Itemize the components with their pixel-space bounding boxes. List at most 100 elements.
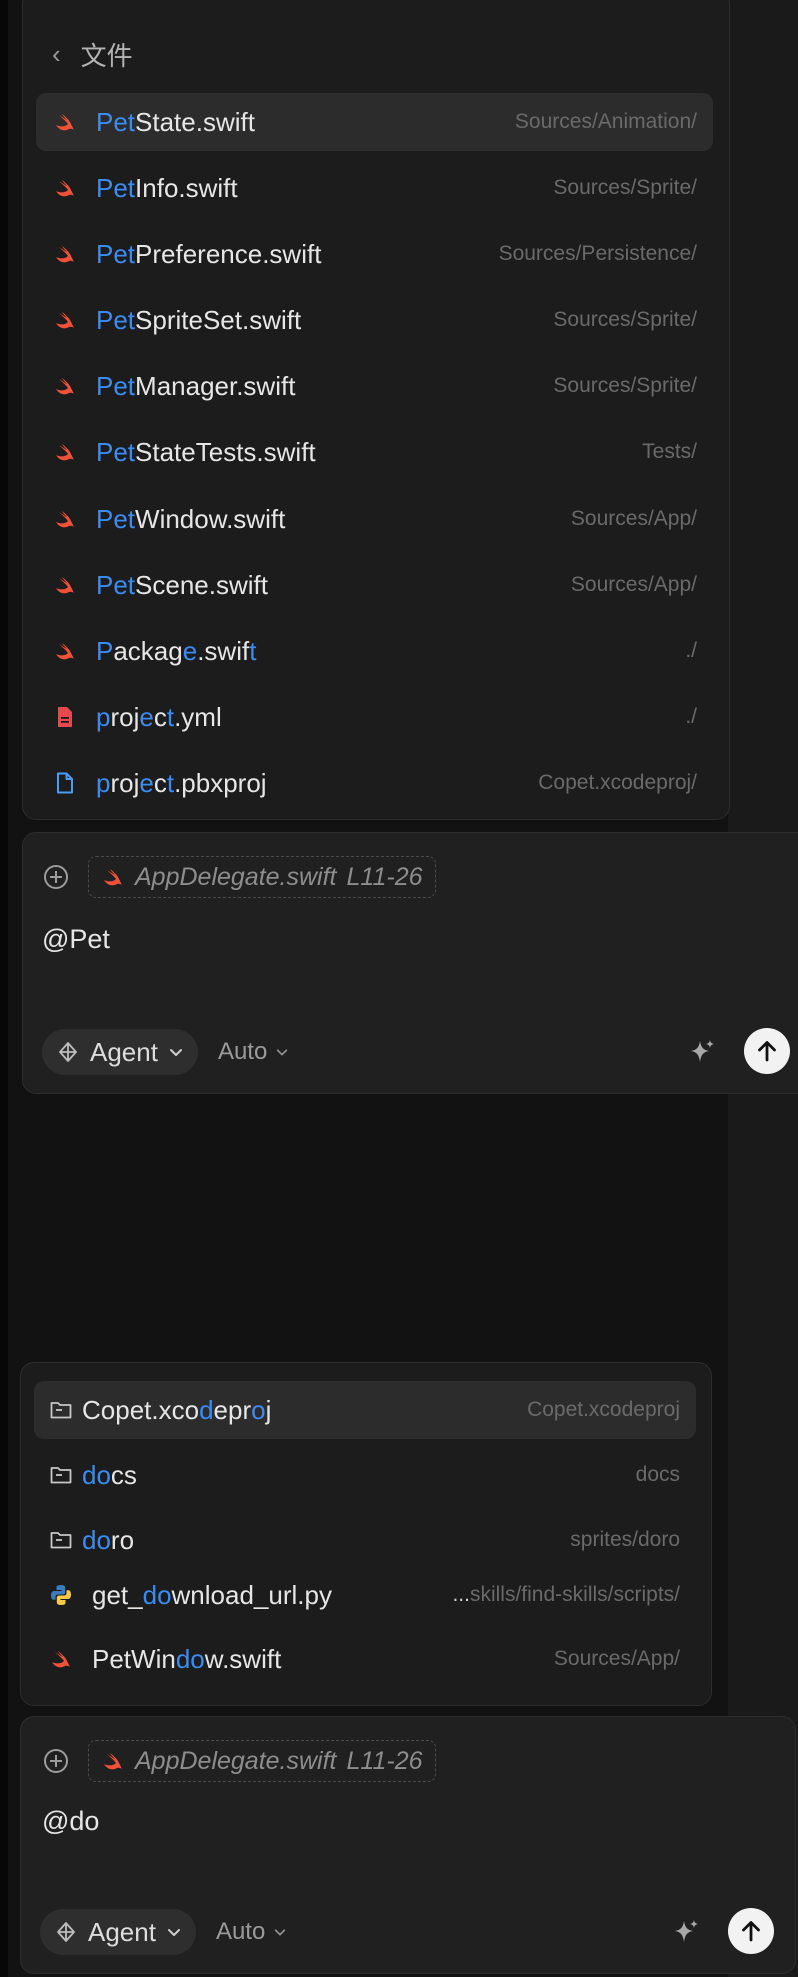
file-result-item[interactable]: PetManager.swift Sources/Sprite/ — [36, 357, 713, 415]
swift-icon — [52, 175, 78, 201]
chevron-down-icon — [275, 1045, 289, 1059]
context-chip[interactable]: AppDelegate.swift L11-26 — [88, 1740, 436, 1782]
file-result-item[interactable]: PetStateTests.swift Tests/ — [36, 423, 713, 481]
send-button[interactable] — [744, 1028, 790, 1074]
swift-icon — [52, 373, 78, 399]
swift-icon — [52, 241, 78, 267]
chevron-down-icon — [168, 1044, 184, 1060]
file-path: Sources/Sprite/ — [553, 308, 697, 331]
file-result-item[interactable]: PetInfo.swift Sources/Sprite/ — [36, 159, 713, 217]
folder-icon — [48, 1462, 74, 1488]
composer-input[interactable]: @Pet — [42, 924, 110, 955]
send-button[interactable] — [728, 1908, 774, 1954]
model-label: Auto — [217, 1038, 268, 1065]
model-selector[interactable]: Auto — [218, 1038, 289, 1066]
file-path: Sources/App/ — [570, 573, 697, 596]
file-path: Sources/Sprite/ — [553, 374, 697, 397]
folder-icon — [48, 1527, 74, 1553]
file-name: docs — [82, 1459, 137, 1490]
file-name: Package.swift — [96, 635, 257, 666]
agent-mode-button[interactable]: Agent — [42, 1029, 198, 1075]
swift-icon — [48, 1646, 74, 1672]
model-selector[interactable]: Auto — [216, 1918, 287, 1946]
file-name: PetManager.swift — [96, 370, 296, 401]
model-label: Auto — [215, 1918, 266, 1945]
file-result-item[interactable]: PetWindow.swift Sources/App/ — [36, 490, 713, 548]
file-name: project.pbxproj — [96, 767, 267, 798]
file-path: Tests/ — [642, 440, 697, 463]
agent-icon — [54, 1920, 78, 1944]
file-path: ./ — [685, 639, 697, 662]
agent-mode-button[interactable]: Agent — [40, 1909, 196, 1955]
file-result-item[interactable]: project.pbxproj Copet.xcodeproj/ — [36, 754, 713, 812]
context-line-range: L11-26 — [346, 862, 423, 891]
agent-icon — [56, 1040, 80, 1064]
swift-icon — [101, 1749, 125, 1773]
file-name: get_download_url.py — [92, 1579, 332, 1610]
file-path: Sources/Persistence/ — [498, 242, 697, 265]
chevron-down-icon — [273, 1925, 287, 1939]
context-file-name: AppDelegate.swift — [135, 1746, 337, 1775]
file-result-item[interactable]: PetScene.swift Sources/App/ — [36, 556, 713, 614]
file-name: PetWindow.swift — [92, 1643, 282, 1674]
file-name: doro — [82, 1524, 135, 1555]
folder-icon — [48, 1397, 74, 1423]
file-name: PetSpriteSet.swift — [96, 304, 302, 335]
context-line-range: L11-26 — [346, 1746, 423, 1775]
file-path: Copet.xcodeproj/ — [538, 771, 697, 794]
file-path: Sources/App/ — [570, 507, 697, 530]
sparkle-icon[interactable] — [688, 1037, 718, 1072]
swift-icon — [52, 638, 78, 664]
file-name: PetState.swift — [96, 106, 255, 137]
file-path: Copet.xcodeproj — [527, 1398, 680, 1421]
back-to-files-button[interactable]: ‹ 文件 — [52, 36, 133, 72]
add-context-button[interactable] — [44, 865, 68, 889]
file-path: docs — [635, 1463, 680, 1486]
window-edge — [0, 0, 8, 1977]
file-name: PetPreference.swift — [96, 238, 322, 269]
add-context-button[interactable] — [44, 1749, 68, 1773]
file-name: PetScene.swift — [96, 569, 268, 600]
python-icon — [48, 1582, 74, 1608]
files-category-label: 文件 — [80, 40, 133, 71]
folder-result-item[interactable]: Copet.xcodeproj Copet.xcodeproj — [34, 1381, 696, 1439]
file-result-item[interactable]: PetPreference.swift Sources/Persistence/ — [36, 225, 713, 283]
file-name: PetInfo.swift — [96, 172, 238, 203]
file-path: Sources/App/ — [553, 1647, 680, 1670]
swift-icon — [52, 109, 78, 135]
chevron-left-icon: ‹ — [52, 38, 61, 69]
arrow-up-icon — [758, 1041, 776, 1062]
file-path: ...skills/find-skills/scripts/ — [452, 1583, 680, 1606]
file-name: Copet.xcodeproj — [82, 1394, 272, 1425]
folder-result-item[interactable]: docs docs — [34, 1446, 696, 1504]
agent-mode-label: Agent — [88, 1916, 156, 1947]
file-result-item[interactable]: PetWindow.swift Sources/App/ — [34, 1630, 696, 1688]
file-path: sprites/doro — [570, 1528, 680, 1551]
chevron-down-icon — [166, 1924, 182, 1940]
composer-input[interactable]: @do — [42, 1806, 99, 1837]
file-result-item[interactable]: get_download_url.py ...skills/find-skills… — [34, 1566, 696, 1624]
arrow-up-icon — [742, 1921, 760, 1942]
folder-result-item[interactable]: doro sprites/doro — [34, 1511, 696, 1569]
agent-mode-label: Agent — [90, 1036, 158, 1067]
file-result-item[interactable]: PetState.swift Sources/Animation/ — [36, 93, 713, 151]
file-name: project.yml — [96, 701, 222, 732]
swift-icon — [52, 439, 78, 465]
file-result-item[interactable]: project.yml ./ — [36, 688, 713, 746]
swift-icon — [101, 865, 125, 889]
document-icon — [52, 770, 78, 796]
file-name: PetStateTests.swift — [96, 436, 316, 467]
file-name: PetWindow.swift — [96, 503, 286, 534]
file-path: ./ — [685, 705, 697, 728]
file-path: Sources/Animation/ — [514, 110, 697, 133]
swift-icon — [52, 506, 78, 532]
context-chip[interactable]: AppDelegate.swift L11-26 — [88, 856, 436, 898]
file-result-item[interactable]: Package.swift ./ — [36, 622, 713, 680]
file-path: Sources/Sprite/ — [553, 176, 697, 199]
swift-icon — [52, 572, 78, 598]
swift-icon — [52, 307, 78, 333]
file-result-item[interactable]: PetSpriteSet.swift Sources/Sprite/ — [36, 291, 713, 349]
yaml-file-icon — [52, 704, 78, 730]
context-file-name: AppDelegate.swift — [135, 862, 337, 891]
sparkle-icon[interactable] — [672, 1917, 702, 1952]
